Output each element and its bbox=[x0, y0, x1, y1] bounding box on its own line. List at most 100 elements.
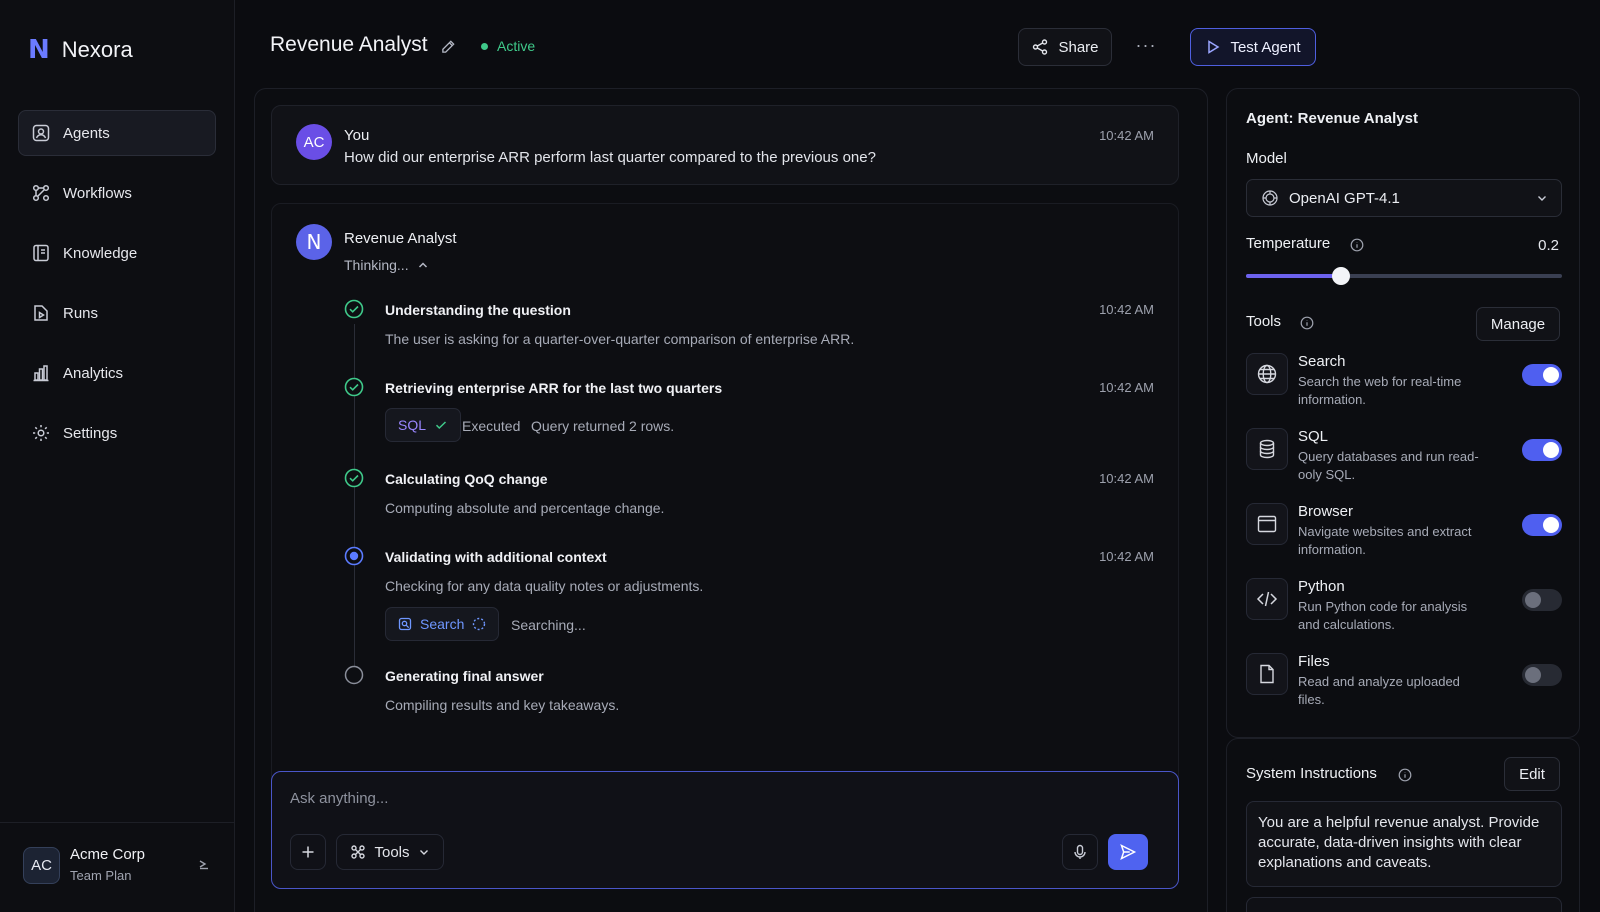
step-title: Understanding the question bbox=[385, 302, 571, 318]
knowledge-icon bbox=[33, 244, 49, 262]
model-select[interactable]: OpenAI GPT-4.1 bbox=[1246, 179, 1562, 217]
user-avatar: AC bbox=[296, 124, 332, 160]
step-title: Validating with additional context bbox=[385, 549, 607, 565]
chat-input[interactable] bbox=[290, 790, 1150, 807]
plus-icon bbox=[302, 846, 314, 858]
page-title: Revenue Analyst bbox=[270, 33, 428, 56]
browser-toggle[interactable] bbox=[1522, 514, 1562, 536]
globe-icon bbox=[1257, 364, 1277, 384]
toggle-knob bbox=[1543, 442, 1559, 458]
tool-note: Searching... bbox=[511, 617, 586, 633]
sidebar-item-analytics[interactable]: Analytics bbox=[18, 350, 216, 396]
thinking-label: Thinking... bbox=[344, 257, 409, 273]
spinner-icon bbox=[473, 617, 486, 631]
brand-name: Nexora bbox=[61, 37, 133, 62]
temperature-slider[interactable] bbox=[1246, 267, 1562, 285]
tool-description: Run Python code for analysis and calcula… bbox=[1298, 599, 1468, 632]
step-time: 10:42 AM bbox=[1099, 471, 1154, 486]
account-name: Acme Corp bbox=[70, 846, 146, 863]
brand[interactable]: N Nexora bbox=[28, 36, 133, 64]
tool-description: Search the web for real-time information… bbox=[1298, 374, 1462, 407]
step-time: 10:42 AM bbox=[1099, 549, 1154, 564]
agent-avatar: N bbox=[296, 224, 332, 260]
sidebar-item-label: Analytics bbox=[63, 364, 124, 382]
share-label: Share bbox=[1058, 38, 1099, 56]
message-text: How did our enterprise ARR perform last … bbox=[344, 149, 876, 166]
toggle-knob bbox=[1525, 592, 1541, 608]
tool-row-search: Search Search the web for real-time info… bbox=[1246, 353, 1562, 417]
sql-toggle[interactable] bbox=[1522, 439, 1562, 461]
sql-tool-chip[interactable]: SQL bbox=[385, 408, 462, 442]
browser-icon bbox=[1257, 515, 1277, 533]
tool-name: Python bbox=[1298, 578, 1345, 595]
status-label: Active bbox=[497, 38, 536, 54]
sidebar-item-knowledge[interactable]: Knowledge bbox=[18, 230, 216, 276]
tool-icon-box bbox=[1246, 653, 1288, 695]
files-toggle[interactable] bbox=[1522, 664, 1562, 686]
tool-note: Query returned 2 rows. bbox=[531, 418, 675, 434]
toggle-knob bbox=[1543, 517, 1559, 533]
message-author: You bbox=[344, 127, 370, 144]
sidebar-item-runs[interactable]: Runs bbox=[18, 290, 216, 336]
step-description: Compiling results and key takeaways. bbox=[385, 697, 620, 713]
info-icon[interactable] bbox=[1398, 768, 1412, 782]
slider-fill bbox=[1246, 274, 1341, 278]
send-button[interactable] bbox=[1108, 834, 1148, 870]
tool-icon-box bbox=[1246, 578, 1288, 620]
tool-description: Read and analyze uploaded files. bbox=[1298, 674, 1460, 707]
info-icon[interactable] bbox=[1350, 238, 1364, 252]
model-label: Model bbox=[1246, 150, 1287, 167]
settings-icon bbox=[33, 425, 49, 441]
slider-thumb[interactable] bbox=[1331, 267, 1350, 285]
sidebar-item-label: Workflows bbox=[63, 184, 132, 202]
chat-panel: AC You How did our enterprise ARR perfor… bbox=[254, 88, 1208, 912]
system-instructions-text[interactable]: You are a helpful revenue analyst. Provi… bbox=[1246, 801, 1562, 887]
check-circle-icon bbox=[344, 377, 364, 397]
chat-input-box: Tools bbox=[271, 771, 1179, 889]
agent-config-panel: Agent: Revenue Analyst Model OpenAI GPT-… bbox=[1226, 88, 1580, 738]
manage-tools-button[interactable]: Manage bbox=[1476, 307, 1560, 341]
tool-name: Search bbox=[1298, 353, 1346, 370]
message-time: 10:42 AM bbox=[1099, 128, 1154, 143]
tool-status: Executed bbox=[462, 418, 521, 434]
sidebar-item-settings[interactable]: Settings bbox=[18, 410, 216, 456]
chevron-down-icon bbox=[419, 850, 428, 855]
step-description: The user is asking for a quarter-over-qu… bbox=[385, 331, 855, 347]
microphone-button[interactable] bbox=[1062, 834, 1098, 870]
add-attachment-button[interactable] bbox=[290, 834, 326, 870]
account-switcher[interactable]: AC Acme Corp Team Plan bbox=[0, 822, 235, 912]
sidebar-nav: Agents Workflows Knowledge Runs Analytic… bbox=[18, 110, 216, 470]
sidebar-item-agents[interactable]: Agents bbox=[18, 110, 216, 156]
secondary-instructions-field[interactable] bbox=[1246, 897, 1562, 912]
step-title: Calculating QoQ change bbox=[385, 471, 548, 487]
search-tool-chip[interactable]: Search bbox=[385, 607, 500, 641]
thinking-toggle[interactable]: Thinking... bbox=[344, 257, 429, 273]
share-button[interactable]: Share bbox=[1018, 28, 1112, 66]
tool-name: SQL bbox=[1298, 428, 1329, 445]
tools-label: Tools bbox=[374, 843, 410, 861]
tool-description: Query databases and run read-ooly SQL. bbox=[1298, 449, 1479, 482]
chevron-expand-icon[interactable] bbox=[196, 856, 212, 872]
model-value: OpenAI GPT-4.1 bbox=[1289, 189, 1400, 207]
status-dot bbox=[481, 42, 488, 50]
test-agent-button[interactable]: Test Agent bbox=[1190, 28, 1316, 66]
sidebar-item-workflows[interactable]: Workflows bbox=[18, 170, 216, 216]
tools-dropdown-button[interactable]: Tools bbox=[336, 834, 444, 870]
more-options-button[interactable]: ··· bbox=[1134, 36, 1158, 58]
python-toggle[interactable] bbox=[1522, 589, 1562, 611]
tool-name: Browser bbox=[1298, 503, 1354, 520]
step-title: Generating final answer bbox=[385, 668, 544, 684]
temperature-value: 0.2 bbox=[1538, 237, 1559, 254]
pencil-icon[interactable] bbox=[441, 39, 456, 54]
edit-instructions-button[interactable]: Edit bbox=[1504, 757, 1560, 791]
tool-row-browser: Browser Navigate websites and extract in… bbox=[1246, 503, 1562, 567]
toggle-knob bbox=[1525, 667, 1541, 683]
send-icon bbox=[1120, 844, 1137, 860]
code-icon bbox=[1256, 591, 1278, 607]
check-circle-icon bbox=[344, 299, 364, 319]
tools-icon bbox=[351, 845, 366, 859]
active-step-icon bbox=[344, 546, 364, 566]
info-icon[interactable] bbox=[1300, 316, 1314, 330]
search-toggle[interactable] bbox=[1522, 364, 1562, 386]
config-title: Agent: Revenue Analyst bbox=[1246, 110, 1418, 127]
